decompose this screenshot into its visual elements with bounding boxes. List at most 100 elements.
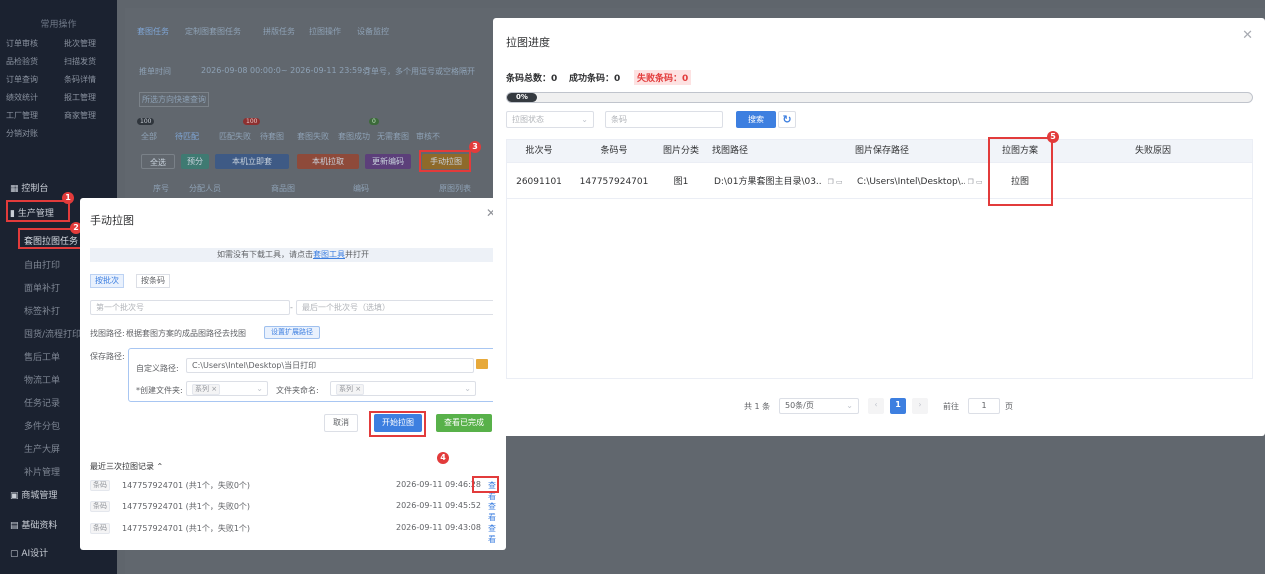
quick-op[interactable]: 工厂管理 <box>6 110 38 121</box>
chevron-down-icon: ⌄ <box>581 115 588 124</box>
quick-op[interactable]: 订单查询 <box>6 74 38 85</box>
tab-pull[interactable]: 拉图操作 <box>309 26 341 37</box>
first-batch-input[interactable]: 第一个批次号 <box>90 300 290 315</box>
chevron-down-icon: ⌄ <box>846 401 853 410</box>
history-title[interactable]: 最近三次拉图记录 ⌃ <box>90 461 163 472</box>
sidebar-item-mall[interactable]: ▣ 商城管理 <box>10 488 57 501</box>
save-path-label: 保存路径: <box>90 352 125 361</box>
custom-path-label: 自定义路径: <box>136 364 179 373</box>
select-all-button[interactable]: 全选 <box>141 154 175 169</box>
quick-query-button[interactable]: 所选方向快速查询 <box>139 92 209 107</box>
dialog-title: 手动拉图 <box>90 214 134 227</box>
next-page-button[interactable]: › <box>912 398 928 414</box>
last-batch-input[interactable]: 最后一个批次号（选填） <box>296 300 496 315</box>
history-record: 条码 147757924701 (共1个，失败0个) 2026-09-11 09… <box>90 498 496 522</box>
quick-op[interactable]: 条码详情 <box>64 74 96 85</box>
sidebar-sub-item[interactable]: 多件分包 <box>24 419 60 432</box>
tab-by-batch[interactable]: 按批次 <box>90 274 124 288</box>
total-count: 条码总数：0 <box>506 74 558 84</box>
create-folder-select[interactable]: 系列 × ⌄ <box>186 381 268 396</box>
count-badge: 100 <box>243 118 261 125</box>
sidebar-item-console[interactable]: ▦ 控制台 <box>10 181 48 194</box>
local-imposition-button[interactable]: 本机立即套 <box>215 154 289 169</box>
quick-op[interactable]: 品检验货 <box>6 56 38 67</box>
update-code-button[interactable]: 更新编码 <box>365 154 411 169</box>
dialog-title: 拉图进度 <box>506 36 550 49</box>
tab-task[interactable]: 套图任务 <box>137 26 169 37</box>
prev-page-button[interactable]: ‹ <box>868 398 884 414</box>
record-tag: 条码 <box>90 501 110 512</box>
status-tab[interactable]: 无需套图 <box>377 131 409 142</box>
quick-op[interactable]: 订单审核 <box>6 38 38 49</box>
history-record: 条码 147757924701 (共1个，失败1个) 2026-09-11 09… <box>90 520 496 544</box>
col-header: 序号 <box>153 184 169 193</box>
quick-op[interactable]: 批次管理 <box>64 38 96 49</box>
search-button[interactable]: 搜索 <box>736 111 776 128</box>
extend-path-button[interactable]: 设置扩展路径 <box>264 326 320 339</box>
table-frame <box>506 139 1253 379</box>
record-tag: 条码 <box>90 480 110 491</box>
chevron-down-icon: ⌄ <box>256 384 263 393</box>
custom-path-input[interactable]: C:\Users\Intel\Desktop\当日打印 <box>186 358 474 373</box>
pre-assign-button[interactable]: 预分 <box>181 154 209 169</box>
folder-icon[interactable] <box>476 359 488 369</box>
folder-tag[interactable]: 系列 × <box>192 384 221 395</box>
page-size-select[interactable]: 50条/页 ⌄ <box>779 398 859 414</box>
sidebar-item-label: 商城管理 <box>21 491 58 501</box>
sidebar-sub-item[interactable]: 补片管理 <box>24 465 60 478</box>
sidebar-item-ai[interactable]: ▢ AI设计 <box>10 546 48 559</box>
local-pull-button[interactable]: 本机拉取 <box>297 154 359 169</box>
quick-op[interactable]: 绩效统计 <box>6 92 38 103</box>
status-select[interactable]: 拉图状态 ⌄ <box>506 111 594 128</box>
status-tab[interactable]: 套图失败 <box>297 131 329 142</box>
sidebar-sub-item[interactable]: 物流工单 <box>24 373 60 386</box>
status-tab[interactable]: 审核不 <box>416 131 440 142</box>
close-icon[interactable]: ✕ <box>1242 28 1253 43</box>
progress-fill: 0% <box>507 93 537 102</box>
search-hint[interactable]: 订单号，多个用逗号或空格隔开 <box>363 66 475 77</box>
col-header: 编码 <box>353 184 369 193</box>
sidebar-sub-item[interactable]: 标签补打 <box>24 304 60 317</box>
quick-op[interactable]: 分销对账 <box>6 128 38 139</box>
refresh-icon[interactable]: ↻ <box>778 111 796 128</box>
sidebar-sub-item[interactable]: 面单补打 <box>24 281 60 294</box>
cancel-button[interactable]: 取消 <box>324 414 358 432</box>
sidebar-sub-item[interactable]: 任务记录 <box>24 396 60 409</box>
pull-progress-dialog: 拉图进度 ✕ 条码总数：0 成功条码：0 失败条码：0 0% 拉图状态 ⌄ 条码… <box>493 18 1265 436</box>
fail-count: 失败条码：0 <box>634 70 692 85</box>
time-select[interactable]: 推单时间 <box>139 66 171 77</box>
sidebar-sub-item[interactable]: 生产大屏 <box>24 442 60 455</box>
page-unit: 页 <box>1005 402 1013 411</box>
tab-custom-task[interactable]: 定制图套图任务 <box>185 26 241 37</box>
view-done-button[interactable]: 查看已完成 <box>436 414 492 432</box>
history-record: 条码 147757924701 (共1个，失败0个) 2026-09-11 09… <box>90 477 496 501</box>
status-tab[interactable]: 套图成功 <box>338 131 370 142</box>
folder-name-select[interactable]: 系列 × ⌄ <box>330 381 476 396</box>
sidebar-sub-item[interactable]: 自由打印 <box>24 258 60 271</box>
tab-by-barcode[interactable]: 按条码 <box>136 274 170 288</box>
sidebar-item-base[interactable]: ▤ 基础资料 <box>10 518 57 531</box>
ai-icon: ▢ <box>10 549 22 559</box>
goto-input[interactable]: 1 <box>968 398 1000 414</box>
sidebar-sub-item[interactable]: 囤货/流程打印 <box>24 327 81 340</box>
folder-name-label: 文件夹命名: <box>276 386 319 395</box>
sidebar-sub-item[interactable]: 售后工单 <box>24 350 60 363</box>
goto-label: 前往 <box>943 402 959 411</box>
status-tab[interactable]: 匹配失败 <box>219 131 251 142</box>
status-tab[interactable]: 全部 <box>141 131 157 142</box>
tool-link[interactable]: 套图工具 <box>313 250 345 259</box>
view-record-link[interactable]: 查看 <box>488 523 496 545</box>
time-range[interactable]: 2026-09-08 00:00:0~ 2026-09-11 23:59:5 <box>201 66 370 75</box>
quick-op[interactable]: 商家管理 <box>64 110 96 121</box>
tab-device[interactable]: 设备监控 <box>357 26 389 37</box>
tab-imposition[interactable]: 拼版任务 <box>263 26 295 37</box>
quick-op[interactable]: 报工管理 <box>64 92 96 103</box>
page-number[interactable]: 1 <box>890 398 906 414</box>
barcode-input[interactable]: 条码 <box>605 111 723 128</box>
record-time: 2026-09-11 09:46:28 <box>396 480 481 489</box>
status-tab[interactable]: 待匹配 <box>175 131 199 142</box>
pagination-total: 共 1 条 <box>744 402 771 411</box>
status-tab[interactable]: 待套图 <box>260 131 284 142</box>
folder-name-tag[interactable]: 系列 × <box>336 384 365 395</box>
quick-op[interactable]: 扫描发货 <box>64 56 96 67</box>
